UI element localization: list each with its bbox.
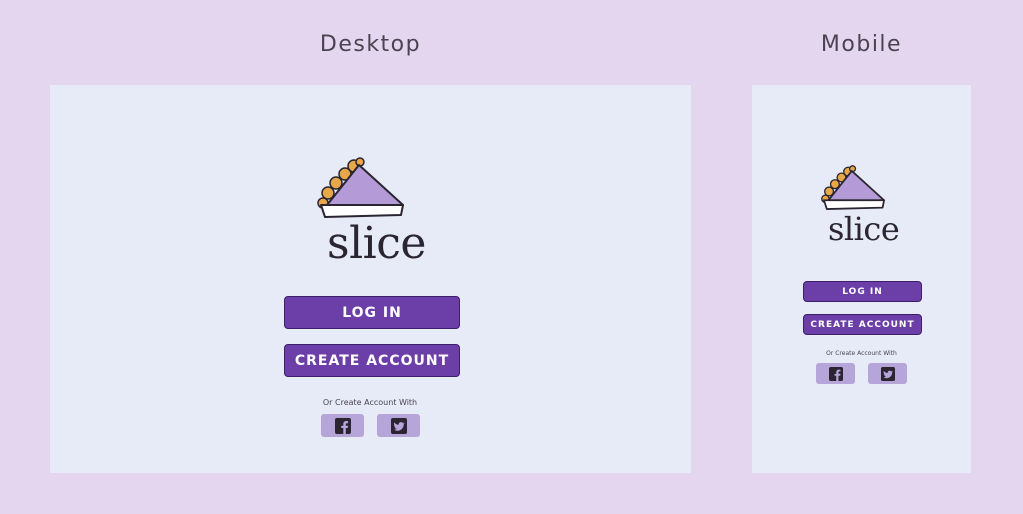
login-button[interactable]: LOG IN bbox=[803, 281, 922, 302]
mobile-heading: Mobile bbox=[820, 32, 903, 57]
brand-wordmark: slice bbox=[828, 210, 900, 248]
social-prompt: Or Create Account With bbox=[322, 398, 418, 407]
facebook-button[interactable] bbox=[321, 414, 364, 437]
twitter-icon bbox=[390, 417, 407, 434]
pie-logo-icon bbox=[821, 165, 887, 215]
social-prompt: Or Create Account With bbox=[826, 350, 897, 357]
twitter-button[interactable] bbox=[377, 414, 420, 437]
desktop-frame: slice LOG IN CREATE ACCOUNT Or Create Ac… bbox=[50, 85, 691, 473]
twitter-button[interactable] bbox=[868, 363, 907, 384]
facebook-button[interactable] bbox=[816, 363, 855, 384]
login-button[interactable]: LOG IN bbox=[284, 296, 460, 329]
facebook-icon bbox=[828, 366, 843, 381]
twitter-icon bbox=[880, 366, 895, 381]
brand-wordmark: slice bbox=[327, 218, 426, 269]
create-account-button[interactable]: CREATE ACCOUNT bbox=[284, 344, 460, 377]
pie-logo-icon bbox=[317, 157, 407, 225]
mobile-frame: slice LOG IN CREATE ACCOUNT Or Create Ac… bbox=[752, 85, 971, 473]
desktop-heading: Desktop bbox=[319, 32, 422, 57]
facebook-icon bbox=[334, 417, 351, 434]
create-account-button[interactable]: CREATE ACCOUNT bbox=[803, 314, 922, 335]
